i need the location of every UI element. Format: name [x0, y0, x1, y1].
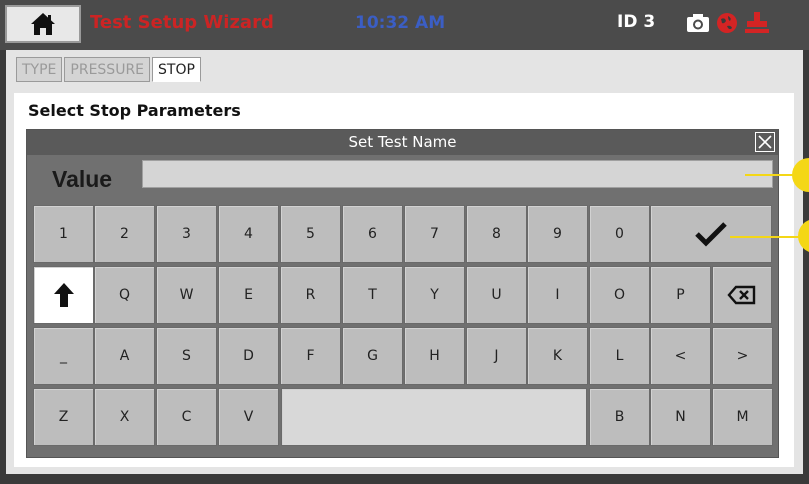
key-r[interactable]: R [280, 266, 341, 324]
key-8[interactable]: 8 [466, 205, 527, 263]
key-l[interactable]: L [589, 327, 650, 385]
globe-icon[interactable] [716, 12, 738, 34]
key-g[interactable]: G [342, 327, 403, 385]
clock: 10:32 AM [355, 13, 446, 33]
key-b[interactable]: B [589, 388, 650, 446]
key-j[interactable]: J [466, 327, 527, 385]
key-k[interactable]: K [527, 327, 588, 385]
tab-pressure[interactable]: PRESSURE [64, 57, 151, 82]
backspace-icon [727, 285, 756, 305]
key-h[interactable]: H [404, 327, 465, 385]
dialog-close-button[interactable] [755, 132, 775, 152]
tab-stop[interactable]: STOP [152, 57, 201, 82]
key-3[interactable]: 3 [156, 205, 217, 263]
key-7[interactable]: 7 [404, 205, 465, 263]
callout-line-enter [730, 236, 805, 238]
key-underscore[interactable]: _ [33, 327, 94, 385]
space-bar[interactable] [281, 388, 587, 446]
key-s[interactable]: S [156, 327, 217, 385]
status-icons [686, 11, 770, 35]
connector-icon[interactable] [744, 11, 770, 35]
checkmark-icon [695, 222, 727, 247]
key-9[interactable]: 9 [527, 205, 588, 263]
key-u[interactable]: U [466, 266, 527, 324]
section-heading: Select Stop Parameters [28, 101, 241, 120]
home-icon [31, 13, 55, 35]
key-y[interactable]: Y [404, 266, 465, 324]
key-t[interactable]: T [342, 266, 403, 324]
key-x[interactable]: X [94, 388, 155, 446]
top-bar: Test Setup Wizard 10:32 AM ID 3 [0, 0, 809, 50]
key-0[interactable]: 0 [589, 205, 650, 263]
key-d[interactable]: D [218, 327, 279, 385]
key-z[interactable]: Z [33, 388, 94, 446]
value-label: Value [52, 166, 113, 192]
keypad-dialog: Set Test Name Value 1234567890 QWERTYUIOP… [26, 129, 779, 458]
key-f[interactable]: F [280, 327, 341, 385]
key-less-than[interactable]: < [650, 327, 711, 385]
key-4[interactable]: 4 [218, 205, 279, 263]
key-o[interactable]: O [589, 266, 650, 324]
dialog-title: Set Test Name [27, 130, 778, 155]
backspace-button[interactable] [712, 266, 772, 324]
wizard-tabs: TYPE PRESSURE STOP [16, 57, 201, 82]
key-p[interactable]: P [650, 266, 711, 324]
key-i[interactable]: I [527, 266, 588, 324]
page-title: Test Setup Wizard [90, 12, 274, 33]
close-icon [758, 135, 772, 149]
key-w[interactable]: W [156, 266, 217, 324]
value-input[interactable] [142, 160, 773, 188]
key-2[interactable]: 2 [94, 205, 155, 263]
enter-button[interactable] [650, 205, 772, 263]
home-button[interactable] [5, 5, 81, 43]
key-1[interactable]: 1 [33, 205, 94, 263]
arrow-up-icon [53, 283, 74, 307]
key-m[interactable]: M [712, 388, 773, 446]
camera-icon[interactable] [686, 13, 710, 33]
key-q[interactable]: Q [94, 266, 155, 324]
key-v[interactable]: V [218, 388, 279, 446]
key-e[interactable]: E [218, 266, 279, 324]
tab-type[interactable]: TYPE [16, 57, 63, 82]
key-5[interactable]: 5 [280, 205, 341, 263]
key-a[interactable]: A [94, 327, 155, 385]
shift-button[interactable] [33, 266, 94, 324]
key-greater-than[interactable]: > [712, 327, 773, 385]
key-n[interactable]: N [650, 388, 711, 446]
device-id: ID 3 [617, 12, 656, 32]
key-6[interactable]: 6 [342, 205, 403, 263]
key-c[interactable]: C [156, 388, 217, 446]
